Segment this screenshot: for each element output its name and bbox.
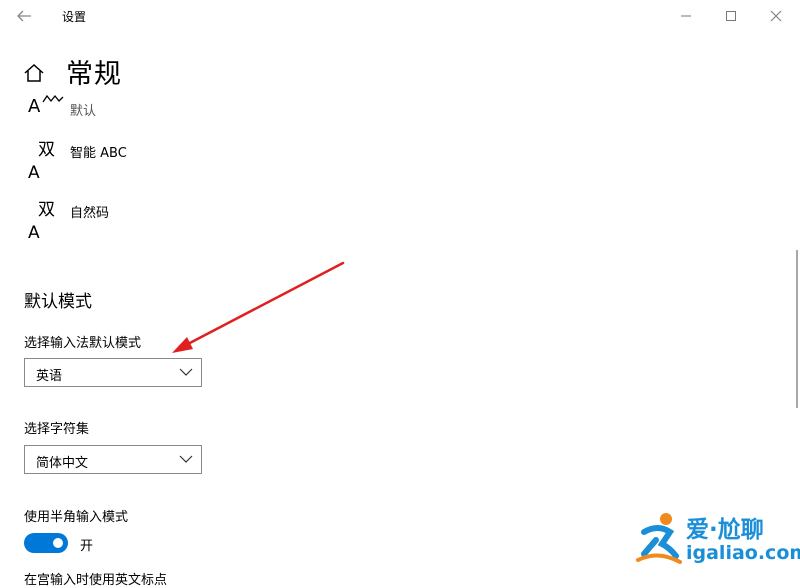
close-icon: [770, 10, 782, 22]
ime-glyph-top: 双: [38, 140, 55, 160]
ime-label: 自然码: [70, 206, 110, 221]
window-title: 设置: [62, 10, 87, 24]
charset-value: 简体中文: [36, 456, 89, 471]
chevron-down-icon: [179, 368, 193, 376]
home-icon[interactable]: [22, 62, 46, 84]
ime-glyph-top: 双: [38, 200, 55, 220]
watermark-brand: 爱·尬聊: [686, 517, 764, 543]
ime-label: 默认: [70, 104, 97, 119]
watermark-domain: igaliao.com: [686, 542, 800, 564]
input-mode-value: 英语: [36, 369, 63, 384]
back-arrow-icon: [17, 10, 31, 22]
maximize-icon: [726, 11, 736, 21]
chevron-down-icon: [179, 455, 193, 463]
minimize-button[interactable]: [664, 2, 708, 30]
list-item-ime-ziranma[interactable]: 双 A 自然码: [24, 198, 324, 248]
ime-glyph-bottom: A: [28, 163, 40, 183]
toggle-knob: [53, 538, 63, 548]
scrollbar-thumb[interactable]: [796, 250, 798, 408]
ime-glyph-icon: 双 A: [28, 202, 64, 242]
ime-default-icon: A: [28, 92, 64, 116]
minimize-icon: [681, 15, 691, 17]
half-width-state: 开: [80, 539, 94, 554]
input-mode-label: 选择输入法默认模式: [24, 336, 142, 351]
input-mode-dropdown[interactable]: 英语: [24, 358, 202, 387]
ime-label: 智能 ABC: [70, 146, 127, 161]
close-button[interactable]: [754, 2, 798, 30]
watermark: 爱·尬聊 igaliao.com: [636, 506, 800, 572]
ime-glyph-icon: 双 A: [28, 142, 64, 182]
charset-dropdown[interactable]: 简体中文: [24, 445, 202, 474]
list-item-ime-default[interactable]: A 默认: [24, 92, 324, 122]
charset-label: 选择字符集: [24, 422, 90, 437]
list-item-ime-abc[interactable]: 双 A 智能 ABC: [24, 138, 324, 188]
page-title: 常规: [66, 59, 122, 90]
ime-glyph-bottom: A: [28, 223, 40, 243]
punctuation-label: 在宫输入时使用英文标点: [24, 573, 168, 588]
half-width-toggle[interactable]: [24, 533, 68, 553]
title-bar: 设置: [0, 0, 800, 32]
half-width-label: 使用半角输入模式: [24, 510, 129, 525]
maximize-button[interactable]: [709, 2, 753, 30]
section-title-default-mode: 默认模式: [24, 292, 92, 312]
back-button[interactable]: [10, 4, 38, 28]
runner-logo-icon: [636, 513, 682, 564]
